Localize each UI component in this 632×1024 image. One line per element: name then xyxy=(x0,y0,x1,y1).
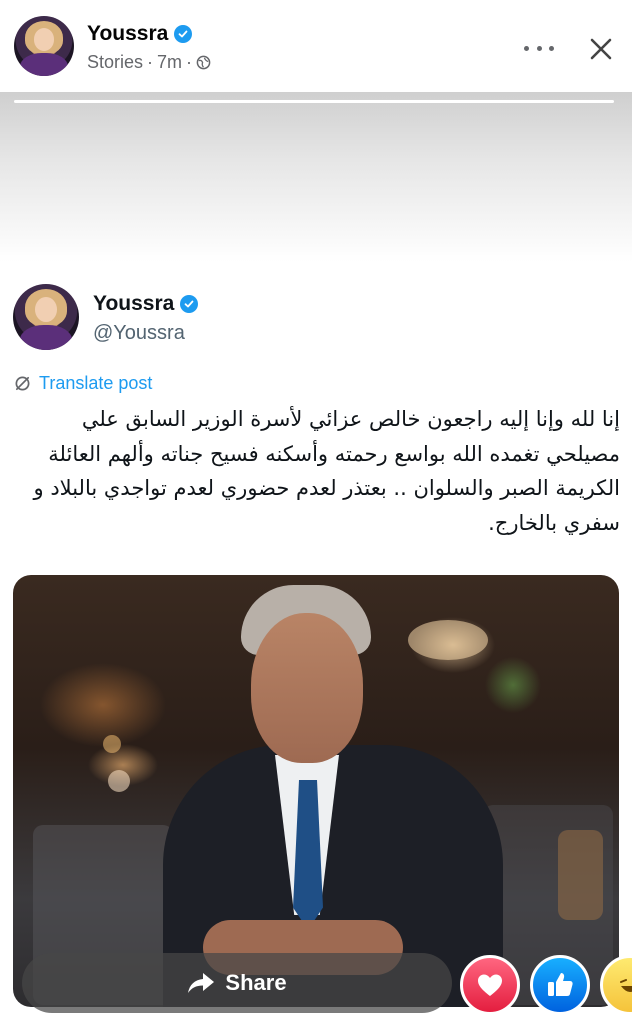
translate-label[interactable]: Translate post xyxy=(39,373,152,394)
globe-icon xyxy=(196,55,211,70)
tweet-text: إنا لله وإنا إليه راجعون خالص عزائي لأسر… xyxy=(33,407,620,535)
meta-separator: · xyxy=(186,52,193,72)
reaction-love-button[interactable] xyxy=(460,955,520,1015)
tweet-author-handle[interactable]: @Youssra xyxy=(93,322,185,345)
verified-badge-icon xyxy=(174,25,193,43)
translate-icon xyxy=(15,376,30,391)
story-header: Youssra Stories · 7m · xyxy=(0,0,632,92)
verified-badge-icon xyxy=(180,295,199,313)
share-button[interactable]: Share xyxy=(22,953,452,1013)
thumbs-up-icon xyxy=(548,973,573,996)
tweet-photo[interactable] xyxy=(13,575,619,1007)
story-progress-bar xyxy=(14,100,614,103)
tweet-author-name[interactable]: Youssra xyxy=(93,292,174,316)
share-label[interactable]: Share xyxy=(225,970,286,996)
heart-icon xyxy=(478,974,502,996)
share-arrow-icon xyxy=(188,973,215,993)
story-time: 7m xyxy=(157,52,183,72)
meta-separator: · xyxy=(147,52,154,72)
story-background-band xyxy=(0,92,632,262)
translate-post-link[interactable]: Translate post xyxy=(14,373,152,394)
more-options-button[interactable] xyxy=(524,38,554,58)
tweet-author-avatar[interactable] xyxy=(13,284,79,350)
laughing-face-icon xyxy=(620,979,632,992)
story-meta: Stories · 7m · xyxy=(87,52,211,73)
story-source: Stories xyxy=(87,52,144,72)
reaction-like-button[interactable] xyxy=(530,955,590,1015)
author-name-row: Youssra xyxy=(87,22,193,46)
person-face xyxy=(251,613,363,763)
author-name[interactable]: Youssra xyxy=(87,22,168,46)
tweet-author-row: Youssra xyxy=(93,292,199,316)
close-icon[interactable] xyxy=(588,36,614,62)
more-horizontal-icon xyxy=(524,45,529,51)
author-avatar[interactable] xyxy=(14,16,74,76)
